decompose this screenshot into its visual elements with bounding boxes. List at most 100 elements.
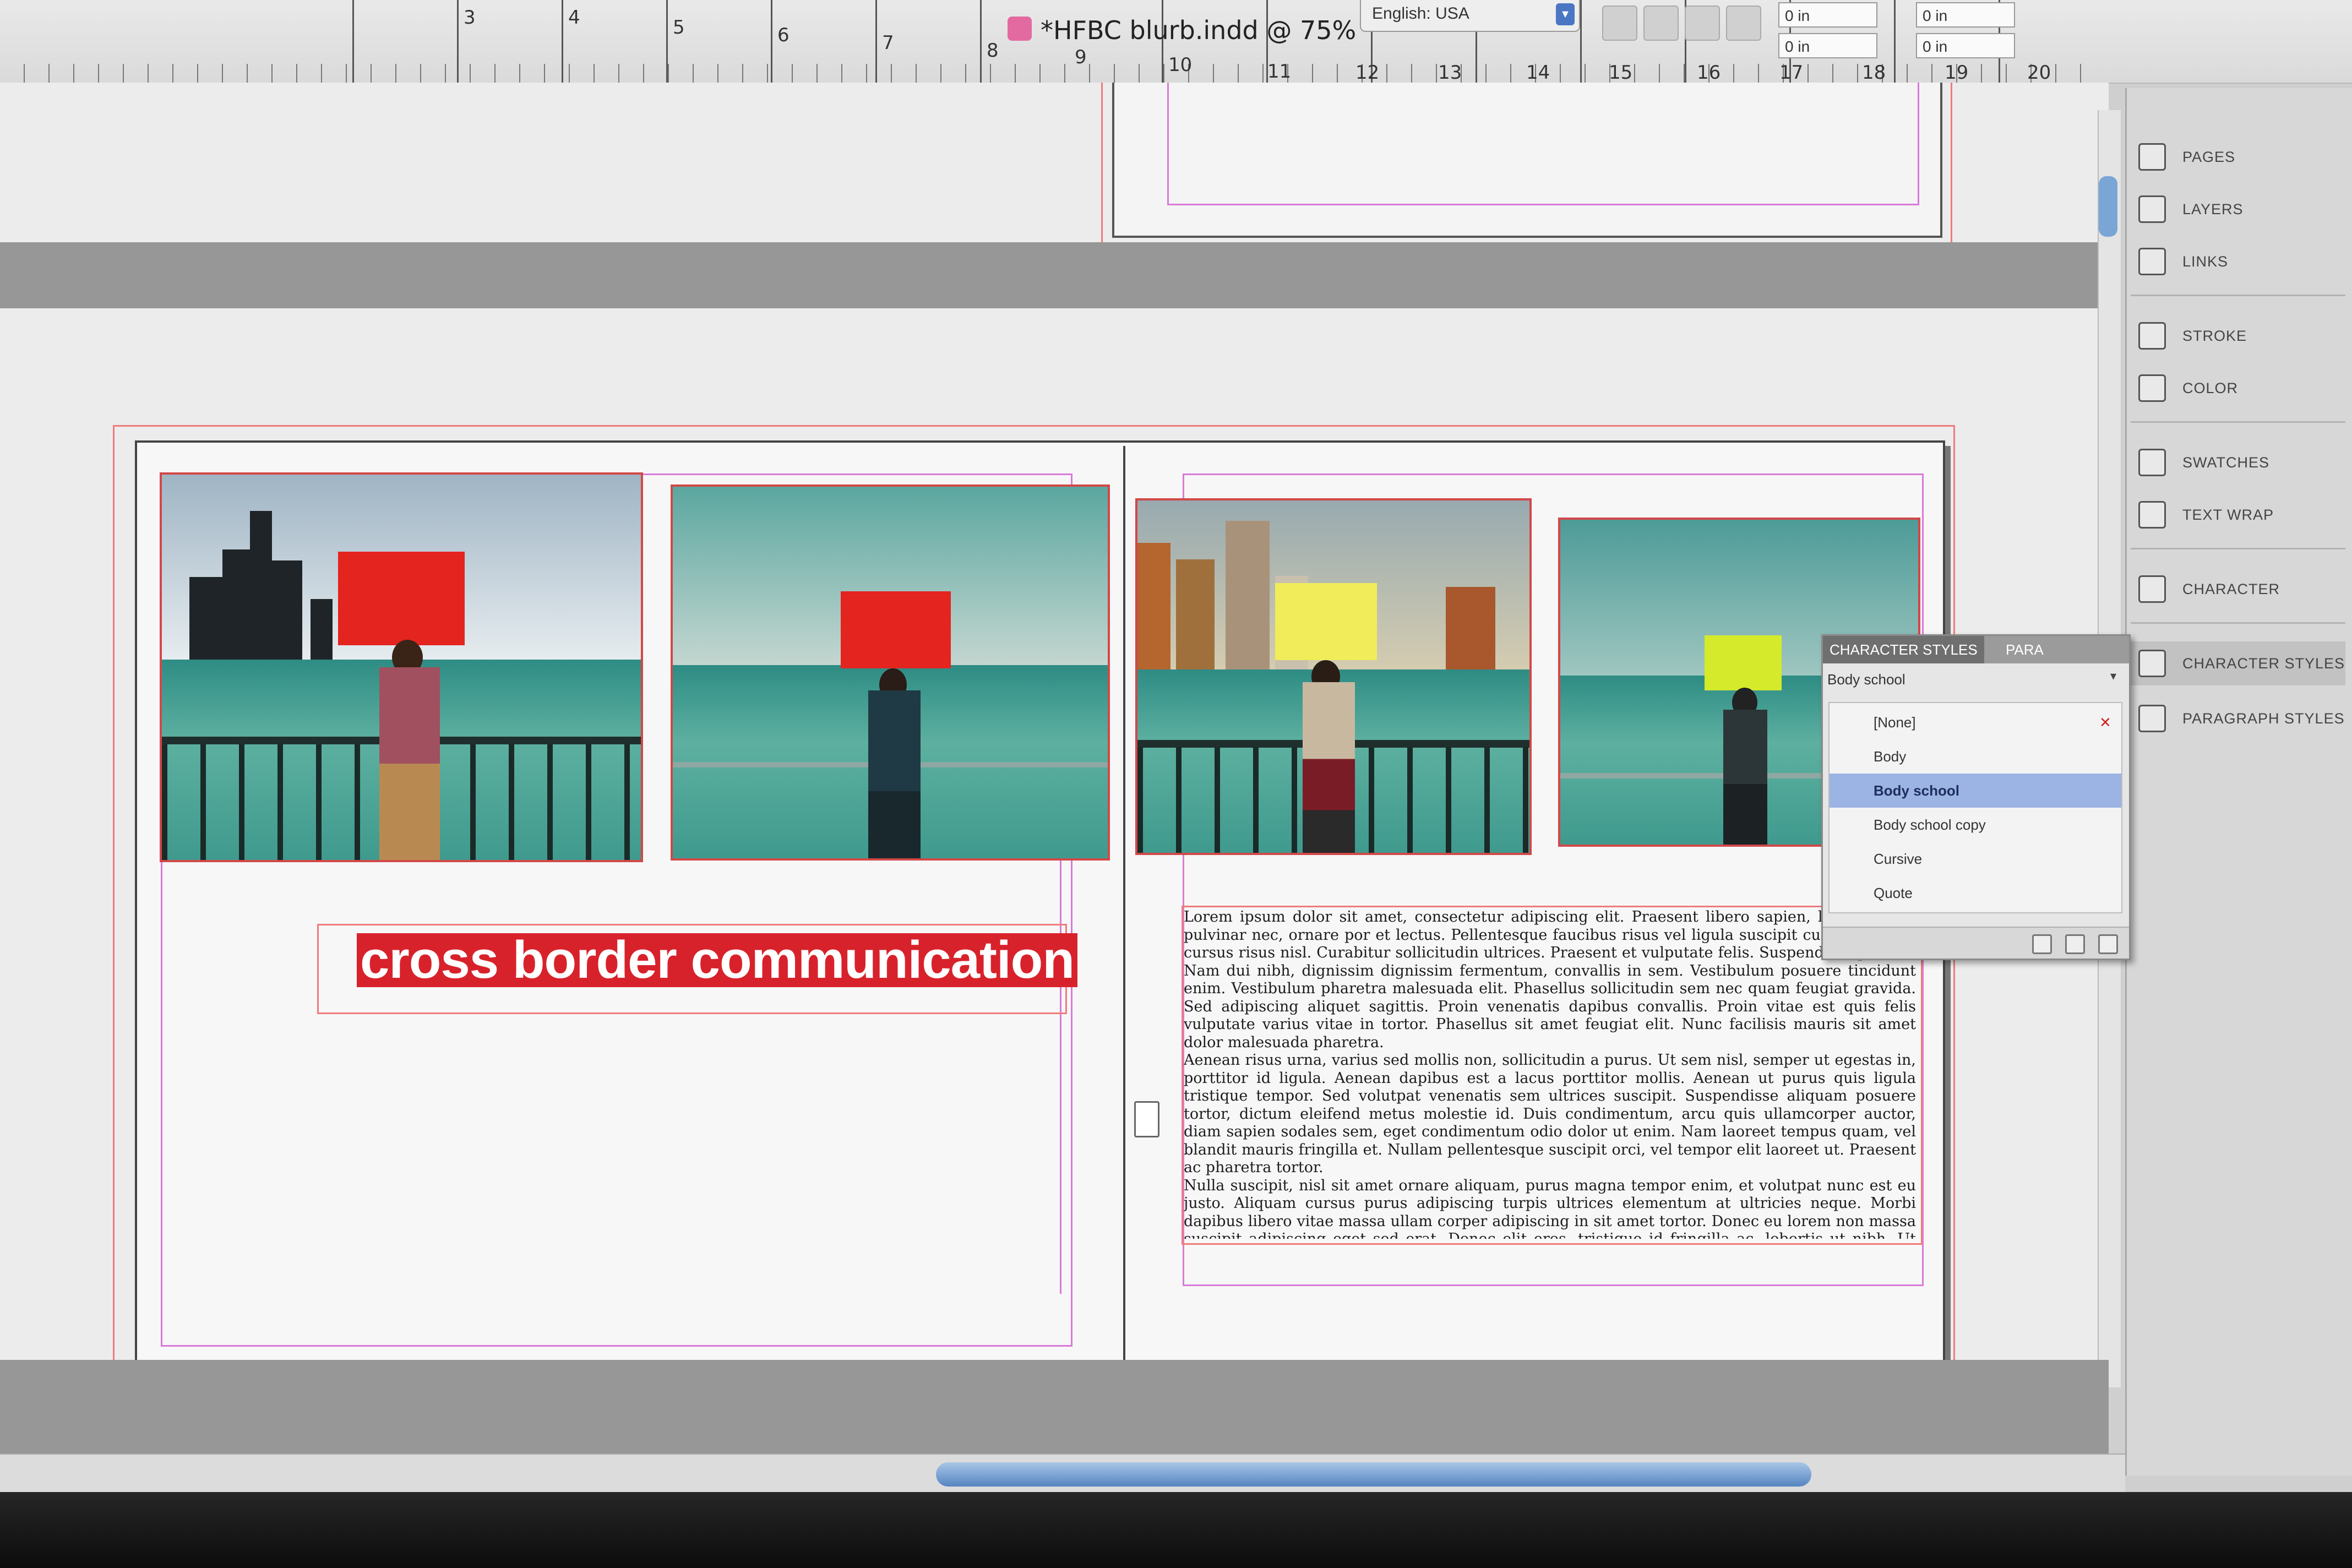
text-insertion-cursor-icon [1134, 1101, 1159, 1137]
ruler-number: 20 [2027, 62, 2051, 84]
vertical-scroll-thumb[interactable] [2099, 176, 2117, 237]
tab-character-styles[interactable]: CHARACTER STYLES [1823, 636, 1984, 663]
language-dropdown[interactable]: English: USA ▼ [1360, 0, 1580, 32]
dock-separator [2131, 622, 2345, 624]
ruler-number: 11 [1267, 61, 1292, 83]
dock-item-text-wrap[interactable]: TEXT WRAP [2131, 493, 2345, 537]
ruler-tick [1580, 0, 1582, 83]
person-figure [868, 690, 921, 858]
panel-dock [2125, 88, 2352, 1476]
character-icon [2138, 575, 2166, 603]
photo-building [1446, 587, 1495, 670]
dock-item-label: COLOR [2182, 379, 2239, 396]
photo-building [222, 549, 250, 660]
ruler-number: 4 [568, 7, 580, 29]
panel-tab-bar: CHARACTER STYLES PARA [1823, 636, 2129, 663]
style-item-cursive[interactable]: Cursive [1830, 842, 2121, 876]
space-before-field[interactable]: 0 in [1916, 2, 2015, 28]
dock-item-swatches[interactable]: SWATCHES [2131, 440, 2345, 484]
dock-item-links[interactable]: LINKS [2131, 239, 2345, 284]
document-tab-title[interactable]: *HFBC blurb.indd @ 75% [1041, 15, 1356, 45]
dock-item-color[interactable]: COLOR [2131, 366, 2345, 410]
indent-left-field[interactable]: 0 in [1778, 2, 1877, 28]
photo-building [272, 560, 302, 660]
space-after-field[interactable]: 0 in [1916, 33, 2015, 58]
spread-spine [1123, 446, 1125, 1360]
panel-menu-icon[interactable]: ▾ [2110, 669, 2124, 684]
dock-item-label: LINKS [2182, 253, 2229, 270]
dock-item-label: PAGES [2182, 148, 2236, 165]
ruler-tick [875, 0, 877, 83]
links-icon [2138, 248, 2166, 275]
ruler-number: 17 [1779, 62, 1804, 84]
ruler-number: 9 [1075, 46, 1087, 68]
ruler-tick [666, 0, 668, 83]
photo-building [250, 511, 272, 660]
control-bar: 3 4 5 6 7 8 9 10 11 12 13 14 15 16 17 18… [0, 0, 2352, 84]
indesign-window: 3 4 5 6 7 8 9 10 11 12 13 14 15 16 17 18… [0, 0, 2352, 1568]
ruler-tick [771, 0, 772, 83]
dock-item-character-styles[interactable]: CHARACTER STYLES [2131, 641, 2345, 685]
dock-item-label: STROKE [2182, 327, 2247, 344]
character-styles-icon [2138, 650, 2166, 677]
style-item-none[interactable]: [None] ✕ [1830, 705, 2121, 739]
ruler-tick [457, 0, 459, 83]
dock-item-pages[interactable]: PAGES [2131, 135, 2345, 179]
layers-icon [2138, 195, 2166, 223]
justify-icon[interactable] [1726, 6, 1761, 41]
body-paragraph: Nulla suscipit, nisl sit amet ornare ali… [1184, 1177, 1916, 1239]
ruler-number: 14 [1526, 62, 1550, 84]
pasteboard-gap [0, 242, 2109, 308]
ruler-number: 15 [1609, 62, 1633, 84]
ruler-number: 19 [1945, 62, 1969, 84]
ruler-number: 6 [777, 24, 790, 46]
ruler-number: 3 [464, 7, 476, 29]
align-right-icon[interactable] [1685, 6, 1720, 41]
color-icon [2138, 374, 2166, 402]
photo-building [1176, 559, 1215, 670]
text-wrap-icon [2138, 501, 2166, 529]
photo-building [311, 599, 333, 660]
align-left-icon[interactable] [1602, 6, 1637, 41]
new-style-group-icon[interactable] [2032, 934, 2052, 954]
style-item-body-school[interactable]: Body school [1830, 774, 2121, 808]
body-paragraph: Aenean risus urna, varius sed mollis non… [1184, 1052, 1916, 1176]
dock-item-label: PARAGRAPH STYLES [2182, 710, 2345, 727]
dropdown-arrow-icon: ▼ [1556, 3, 1575, 25]
body-text[interactable]: Lorem ipsum dolor sit amet, consectetur … [1184, 908, 1916, 1239]
delete-style-icon[interactable] [2098, 934, 2118, 954]
held-sign [338, 552, 465, 645]
style-item-body-school-copy[interactable]: Body school copy [1830, 808, 2121, 842]
photo-building [1226, 521, 1270, 670]
style-list[interactable]: [None] ✕ Body Body school Body school co… [1828, 702, 2122, 913]
style-item-body[interactable]: Body [1830, 739, 2121, 774]
pages-icon [2138, 143, 2166, 171]
dock-item-paragraph-styles[interactable]: PARAGRAPH STYLES [2131, 696, 2345, 741]
margin-guide [1167, 83, 1919, 205]
stroke-icon [2138, 322, 2166, 350]
new-style-icon[interactable] [2065, 934, 2085, 954]
dock-item-label: TEXT WRAP [2182, 506, 2274, 523]
align-center-icon[interactable] [1643, 6, 1679, 41]
style-item-quote[interactable]: Quote [1830, 876, 2121, 910]
ruler-number: 13 [1438, 62, 1462, 84]
paragraph-styles-icon [2138, 705, 2166, 732]
ruler-number: 10 [1168, 54, 1193, 76]
dock-item-stroke[interactable]: STROKE [2131, 314, 2345, 358]
monitor-bezel [0, 1492, 2352, 1568]
person-figure [379, 667, 440, 860]
photo-frame[interactable] [671, 484, 1110, 861]
indent-first-line-field[interactable]: 0 in [1778, 33, 1877, 58]
held-sign [841, 591, 951, 668]
dock-separator [2131, 421, 2345, 423]
ruler-number: 8 [987, 40, 999, 62]
horizontal-scroll-thumb[interactable] [936, 1462, 1811, 1487]
dock-item-layers[interactable]: LAYERS [2131, 187, 2345, 231]
tab-paragraph-styles[interactable]: PARA [1999, 636, 2050, 663]
headline-text[interactable]: cross border communication [357, 933, 1077, 987]
dock-item-character[interactable]: CHARACTER [2131, 567, 2345, 611]
photo-frame[interactable] [160, 472, 643, 862]
held-sign [1275, 583, 1377, 660]
photo-frame[interactable] [1135, 498, 1532, 855]
swatches-icon [2138, 449, 2166, 476]
